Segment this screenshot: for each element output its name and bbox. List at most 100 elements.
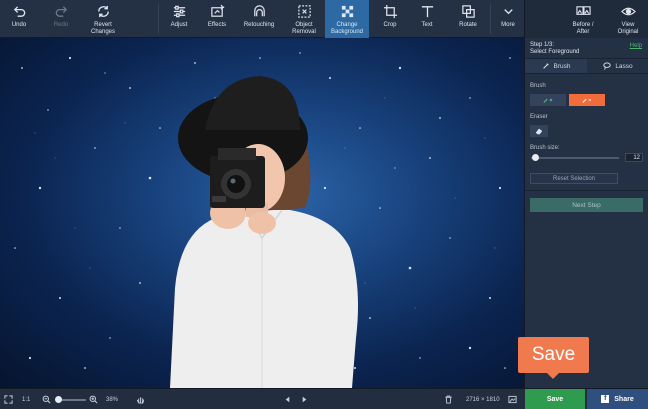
crop-icon bbox=[383, 4, 397, 19]
fit-to-screen-button[interactable] bbox=[4, 389, 13, 409]
before-after-icon bbox=[575, 6, 591, 15]
redo-button[interactable]: Redo bbox=[44, 0, 78, 38]
step-number: Step 1/3: bbox=[530, 42, 555, 48]
zoom-level: 38% bbox=[106, 396, 119, 403]
redo-label: Redo bbox=[53, 22, 69, 28]
before-after-button[interactable]: Before / After bbox=[565, 0, 601, 38]
crop-label: Crop bbox=[383, 22, 397, 28]
delete-button[interactable] bbox=[444, 389, 453, 409]
brush-size-label: Brush size: bbox=[530, 145, 560, 151]
undo-label: Undo bbox=[11, 22, 27, 28]
background-panel: Step 1/3: Select Foreground Help Brush L… bbox=[524, 38, 648, 388]
effects-label: Effects bbox=[207, 22, 227, 28]
text-label: Text bbox=[421, 22, 433, 28]
view-original-button[interactable]: View Original bbox=[611, 0, 645, 38]
brush-size-input[interactable]: 12 bbox=[625, 153, 643, 162]
triangle-right-icon bbox=[302, 396, 307, 403]
eraser-object-icon bbox=[297, 5, 311, 18]
step-description: Select Foreground bbox=[530, 49, 580, 55]
image-info-button[interactable] bbox=[508, 389, 517, 409]
image-icon bbox=[508, 395, 517, 404]
help-link[interactable]: Help bbox=[630, 43, 642, 49]
pan-tool-button[interactable] bbox=[136, 389, 145, 409]
adjust-button[interactable]: Adjust bbox=[163, 0, 195, 38]
red-brush-minus-icon bbox=[582, 98, 592, 103]
hand-icon bbox=[136, 397, 145, 404]
adjust-label: Adjust bbox=[170, 22, 188, 28]
text-icon bbox=[421, 6, 433, 18]
revert-label: Revert Changes bbox=[90, 22, 116, 35]
step-heading: Step 1/3: Select Foreground bbox=[530, 42, 579, 56]
lasso-icon bbox=[603, 62, 611, 70]
undo-icon bbox=[13, 6, 25, 17]
effects-button[interactable]: Effects bbox=[201, 0, 233, 38]
object-removal-label: Object Removal bbox=[292, 22, 316, 35]
subject-photo bbox=[170, 76, 358, 388]
crop-button[interactable]: Crop bbox=[375, 0, 405, 38]
object-removal-button[interactable]: Object Removal bbox=[285, 0, 323, 38]
brush-icon bbox=[542, 63, 549, 69]
share-label: Share bbox=[614, 395, 634, 403]
reset-selection-button[interactable]: Reset Selection bbox=[530, 173, 618, 184]
chevron-down-icon bbox=[503, 9, 513, 15]
save-button[interactable]: Save bbox=[525, 389, 585, 409]
revert-changes-button[interactable]: Revert Changes bbox=[84, 0, 122, 38]
rotate-icon bbox=[461, 5, 475, 18]
tab-lasso[interactable]: Lasso bbox=[587, 59, 648, 73]
brush-section-label: Brush bbox=[530, 83, 546, 89]
actual-size-button[interactable]: 1:1 bbox=[22, 389, 30, 409]
trash-icon bbox=[445, 395, 452, 404]
facebook-icon: f bbox=[601, 395, 610, 403]
brush-size-slider[interactable] bbox=[531, 157, 619, 159]
selection-tabs: Brush Lasso bbox=[525, 58, 648, 74]
save-callout-label: Save bbox=[531, 344, 576, 365]
toolbar-divider bbox=[158, 4, 159, 34]
retouch-face-icon bbox=[253, 5, 265, 17]
previous-image-button[interactable] bbox=[283, 389, 292, 409]
eye-icon bbox=[620, 7, 636, 16]
zoom-out-icon bbox=[42, 395, 51, 404]
background-icon bbox=[341, 5, 353, 18]
more-label: More bbox=[501, 22, 515, 28]
eraser-button[interactable] bbox=[530, 125, 548, 137]
undo-button[interactable]: Undo bbox=[2, 0, 36, 38]
foreground-brush-button[interactable] bbox=[530, 94, 566, 106]
tab-brush[interactable]: Brush bbox=[525, 59, 587, 73]
text-button[interactable]: Text bbox=[412, 0, 442, 38]
toolbar-divider bbox=[490, 4, 491, 34]
expand-icon bbox=[4, 395, 13, 404]
image-dimensions: 2716 × 1810 bbox=[466, 396, 500, 403]
view-original-label: View Original bbox=[617, 22, 639, 35]
image-canvas[interactable] bbox=[0, 38, 524, 388]
black-hat-crown bbox=[205, 76, 300, 130]
eraser-icon bbox=[535, 128, 543, 135]
zoom-slider[interactable] bbox=[58, 399, 86, 401]
zoom-in-button[interactable] bbox=[89, 389, 98, 409]
sliders-icon bbox=[173, 5, 185, 18]
brush-size-slider-handle[interactable] bbox=[532, 154, 539, 161]
change-background-button[interactable]: Change Background bbox=[325, 0, 369, 38]
top-toolbar: Undo Redo Revert Changes Adjust Effects … bbox=[0, 0, 648, 38]
next-image-button[interactable] bbox=[300, 389, 309, 409]
change-background-label: Change Background bbox=[330, 22, 364, 35]
zoom-slider-handle[interactable] bbox=[55, 396, 62, 403]
revert-icon bbox=[97, 5, 109, 18]
eraser-section-label: Eraser bbox=[530, 114, 548, 120]
next-step-button[interactable]: Next Step bbox=[530, 198, 643, 212]
retouching-button[interactable]: Retouching bbox=[238, 0, 280, 38]
redo-icon bbox=[55, 6, 67, 17]
share-button[interactable]: f Share bbox=[587, 389, 648, 409]
triangle-left-icon bbox=[285, 396, 290, 403]
background-brush-button[interactable] bbox=[569, 94, 605, 106]
rotate-label: Rotate bbox=[459, 22, 477, 28]
zoom-out-button[interactable] bbox=[42, 389, 51, 409]
panel-divider bbox=[525, 190, 648, 191]
more-button[interactable]: More bbox=[494, 0, 522, 38]
before-after-label: Before / After bbox=[572, 22, 594, 35]
white-shirt bbox=[170, 210, 358, 388]
rotate-button[interactable]: Rotate bbox=[452, 0, 484, 38]
tab-lasso-label: Lasso bbox=[615, 62, 633, 70]
retouching-label: Retouching bbox=[243, 22, 275, 28]
tab-brush-label: Brush bbox=[553, 62, 571, 70]
magic-wand-icon bbox=[210, 4, 224, 17]
